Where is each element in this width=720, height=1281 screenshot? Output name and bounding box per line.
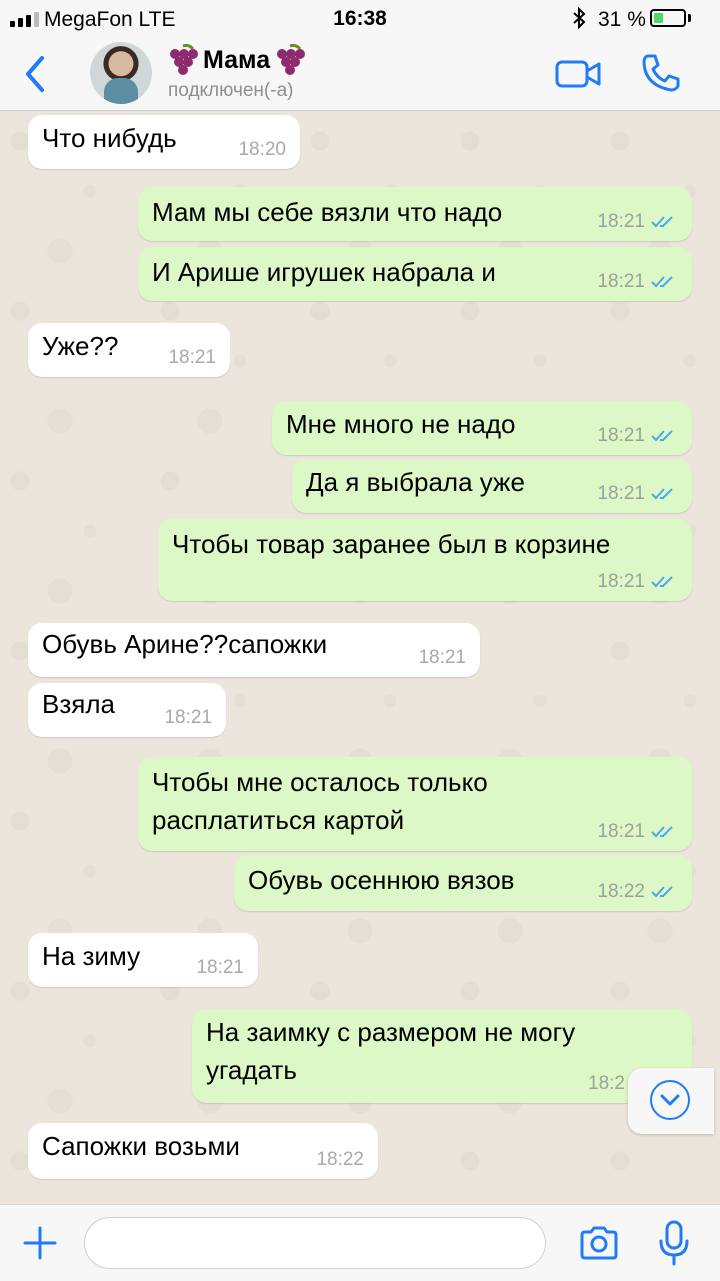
message-time: 18:21 [418, 647, 466, 668]
battery-cap [688, 14, 691, 22]
message-outgoing[interactable]: Да я выбрала уже 18:21 [292, 459, 692, 513]
message-outgoing[interactable]: Чтобы мне осталось только расплатиться к… [138, 757, 692, 851]
message-outgoing[interactable]: И Арише игрушек набрала и 18:21 [138, 247, 692, 301]
message-time: 18:22 [316, 1149, 364, 1170]
message-incoming[interactable]: Уже?? 18:21 [28, 323, 230, 377]
video-call-icon[interactable] [554, 56, 602, 92]
message-text: Чтобы мне осталось только расплатиться к… [152, 767, 488, 835]
battery-percent: 31 % [598, 8, 646, 31]
message-text: На заимку с размером не могу угадать [206, 1017, 576, 1085]
message-incoming[interactable]: На зиму 18:21 [28, 933, 258, 987]
read-ticks-icon [651, 826, 673, 838]
message-time: 18:21 [597, 271, 645, 292]
contact-avatar[interactable] [90, 42, 152, 104]
message-input[interactable] [84, 1217, 546, 1269]
read-ticks-icon [651, 216, 673, 228]
message-outgoing[interactable]: Чтобы товар заранее был в корзине 18:21 [158, 519, 692, 601]
message-outgoing[interactable]: Обувь осеннюю вязов 18:22 [234, 855, 692, 911]
message-text: Уже?? [42, 331, 119, 361]
message-incoming[interactable]: Что нибудь 18:20 [28, 115, 300, 169]
bluetooth-icon [572, 6, 586, 36]
message-text: Мам мы себе вязли что надо [152, 197, 503, 227]
message-outgoing[interactable]: Мам мы себе вязли что надо 18:21 [138, 187, 692, 241]
message-time: 18:21 [168, 347, 216, 368]
message-text: Мне много не надо [286, 409, 516, 439]
message-incoming[interactable]: Обувь Арине??сапожки 18:21 [28, 623, 480, 677]
message-text: Взяла [42, 689, 115, 719]
microphone-icon[interactable] [656, 1219, 692, 1267]
grape-emoji-icon [273, 43, 307, 76]
message-time: 18:21 [164, 707, 212, 728]
message-time: 18:21 [597, 571, 645, 592]
message-text: Сапожки возьми [42, 1131, 240, 1161]
message-time: 18:21 [597, 425, 645, 446]
message-list[interactable]: Что нибудь 18:20 Мам мы себе вязли что н… [0, 111, 720, 1204]
message-text: Да я выбрала уже [306, 467, 525, 497]
message-text: Обувь осеннюю вязов [248, 865, 515, 895]
plus-icon[interactable] [22, 1225, 58, 1261]
camera-icon[interactable] [578, 1223, 620, 1263]
read-ticks-icon [651, 430, 673, 442]
message-time: 18:21 [597, 483, 645, 504]
phone-icon[interactable] [640, 52, 682, 94]
scroll-to-bottom-button[interactable] [628, 1068, 714, 1134]
message-incoming[interactable]: Взяла 18:21 [28, 683, 226, 737]
message-time: 18:21 [196, 957, 244, 978]
status-bar: MegaFon LTE 16:38 31 % [0, 0, 720, 38]
read-ticks-icon [651, 276, 673, 288]
message-text: Обувь Арине??сапожки [42, 629, 328, 659]
message-incoming[interactable]: Сапожки возьми 18:22 [28, 1123, 378, 1179]
chat-header: Мама подключен(-а) [0, 38, 720, 111]
grape-emoji-icon [166, 43, 200, 76]
back-icon[interactable] [18, 52, 58, 96]
read-ticks-icon [651, 576, 673, 588]
message-outgoing[interactable]: На заимку с размером не могу угадать 18:… [192, 1009, 692, 1103]
chevron-down-icon [650, 1080, 690, 1120]
message-outgoing[interactable]: Мне много не надо 18:21 [272, 401, 692, 455]
battery-icon [650, 9, 686, 27]
message-text: Что нибудь [42, 123, 177, 153]
message-time: 18:2 [588, 1073, 625, 1094]
contact-name[interactable]: Мама [166, 43, 307, 76]
contact-status: подключен(-а) [168, 80, 294, 101]
read-ticks-icon [651, 488, 673, 500]
message-time: 18:20 [238, 139, 286, 160]
message-text: Чтобы товар заранее был в корзине [172, 529, 611, 559]
message-text: И Арише игрушек набрала и [152, 257, 496, 287]
message-time: 18:22 [597, 881, 645, 902]
message-text: На зиму [42, 941, 141, 971]
message-time: 18:21 [597, 211, 645, 232]
message-time: 18:21 [597, 821, 645, 842]
composer-bar [0, 1204, 720, 1281]
contact-name-text: Мама [203, 45, 271, 74]
read-ticks-icon [651, 886, 673, 898]
